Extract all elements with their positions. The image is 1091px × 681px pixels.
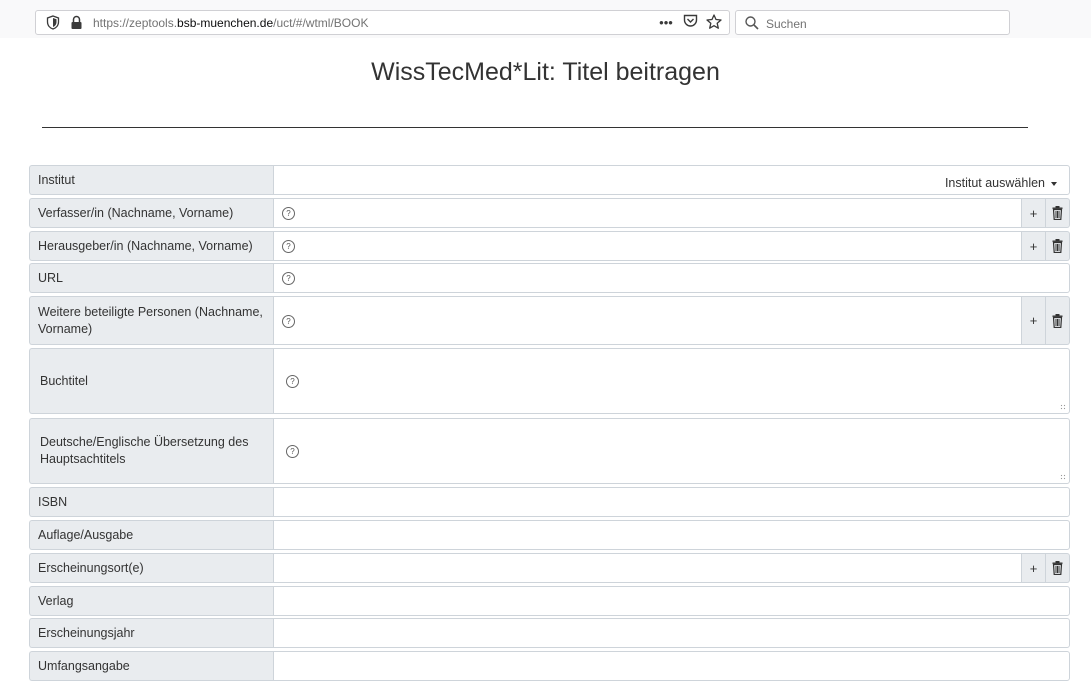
label-institut: Institut — [29, 165, 273, 195]
help-icon[interactable]: ? — [282, 207, 295, 220]
weitere-input[interactable]: ? — [273, 296, 1022, 345]
herausgeber-input[interactable]: ? — [273, 231, 1022, 261]
row-institut: Institut Institut auswählen — [29, 165, 1070, 195]
help-icon[interactable]: ? — [282, 315, 295, 328]
label-weitere: Weitere beteiligte Personen (Nachname, V… — [29, 296, 273, 345]
label-buchtitel: Buchtitel — [29, 348, 273, 414]
row-verlag: Verlag — [29, 586, 1070, 616]
label-verlag: Verlag — [29, 586, 273, 616]
row-auflage: Auflage/Ausgabe — [29, 520, 1070, 550]
uebersetzung-textarea[interactable]: ? — [273, 418, 1070, 484]
add-weitere-button[interactable]: + — [1022, 296, 1046, 345]
help-icon[interactable]: ? — [286, 375, 299, 388]
label-umfang: Umfangsangabe — [29, 651, 273, 681]
label-isbn: ISBN — [29, 487, 273, 517]
help-icon[interactable]: ? — [286, 445, 299, 458]
buchtitel-textarea[interactable]: ? — [273, 348, 1070, 414]
url-host: bsb-muenchen.de — [177, 16, 274, 30]
trash-icon — [1052, 239, 1063, 253]
trash-icon — [1052, 206, 1063, 220]
url-text[interactable]: https://zeptools.bsb-muenchen.de/uct/#/w… — [93, 16, 368, 30]
label-auflage: Auflage/Ausgabe — [29, 520, 273, 550]
delete-ort-button[interactable] — [1046, 553, 1070, 583]
institut-dropdown-toggle[interactable]: Institut auswählen — [945, 176, 1057, 190]
row-jahr: Erscheinungsjahr — [29, 618, 1070, 648]
caret-down-icon — [1051, 181, 1057, 186]
search-input[interactable] — [764, 14, 998, 33]
row-isbn: ISBN — [29, 487, 1070, 517]
row-ort: Erscheinungsort(e) + — [29, 553, 1070, 583]
jahr-input[interactable] — [273, 618, 1070, 648]
row-herausgeber: Herausgeber/in (Nachname, Vorname) ? + — [29, 231, 1070, 261]
institut-select[interactable]: Institut auswählen — [273, 165, 1070, 195]
trash-icon — [1052, 561, 1063, 575]
url-prefix: https://zeptools. — [93, 16, 178, 30]
delete-verfasser-button[interactable] — [1046, 198, 1070, 228]
row-umfang: Umfangsangabe — [29, 651, 1070, 681]
star-icon[interactable] — [705, 14, 723, 32]
row-weitere: Weitere beteiligte Personen (Nachname, V… — [29, 296, 1070, 345]
help-icon[interactable]: ? — [282, 240, 295, 253]
url-input[interactable]: ? — [273, 263, 1070, 293]
row-uebersetzung: Deutsche/Englische Übersetzung des Haupt… — [29, 418, 1070, 484]
institut-dropdown-label: Institut auswählen — [944, 176, 1045, 190]
add-ort-button[interactable]: + — [1022, 553, 1046, 583]
pocket-icon[interactable] — [681, 14, 699, 32]
ort-input[interactable] — [273, 553, 1022, 583]
add-verfasser-button[interactable]: + — [1022, 198, 1046, 228]
page-actions-button[interactable]: ••• — [657, 14, 675, 32]
resize-handle-icon[interactable] — [1060, 474, 1066, 480]
title-divider — [42, 127, 1028, 128]
browser-search-bar[interactable] — [735, 10, 1010, 35]
url-path: /uct/#/wtml/BOOK — [273, 16, 369, 30]
row-verfasser: Verfasser/in (Nachname, Vorname) ? + — [29, 198, 1070, 228]
delete-herausgeber-button[interactable] — [1046, 231, 1070, 261]
umfang-input[interactable] — [273, 651, 1070, 681]
lock-icon[interactable] — [70, 15, 83, 30]
row-buchtitel: Buchtitel ? — [29, 348, 1070, 414]
label-url: URL — [29, 263, 273, 293]
label-herausgeber: Herausgeber/in (Nachname, Vorname) — [29, 231, 273, 261]
add-herausgeber-button[interactable]: + — [1022, 231, 1046, 261]
trash-icon — [1052, 313, 1063, 328]
url-bar[interactable]: https://zeptools.bsb-muenchen.de/uct/#/w… — [35, 10, 730, 35]
resize-handle-icon[interactable] — [1060, 404, 1066, 410]
browser-toolbar: https://zeptools.bsb-muenchen.de/uct/#/w… — [0, 0, 1091, 38]
verlag-input[interactable] — [273, 586, 1070, 616]
shield-icon[interactable] — [46, 15, 60, 30]
label-verfasser: Verfasser/in (Nachname, Vorname) — [29, 198, 273, 228]
isbn-input[interactable] — [273, 487, 1070, 517]
delete-weitere-button[interactable] — [1046, 296, 1070, 345]
row-url: URL ? — [29, 263, 1070, 293]
verfasser-input[interactable]: ? — [273, 198, 1022, 228]
auflage-input[interactable] — [273, 520, 1070, 550]
label-ort: Erscheinungsort(e) — [29, 553, 273, 583]
help-icon[interactable]: ? — [282, 272, 295, 285]
page-title: WissTecMed*Lit: Titel beitragen — [371, 58, 720, 86]
label-uebersetzung: Deutsche/Englische Übersetzung des Haupt… — [29, 418, 273, 484]
search-icon — [745, 16, 759, 30]
label-jahr: Erscheinungsjahr — [29, 618, 273, 648]
